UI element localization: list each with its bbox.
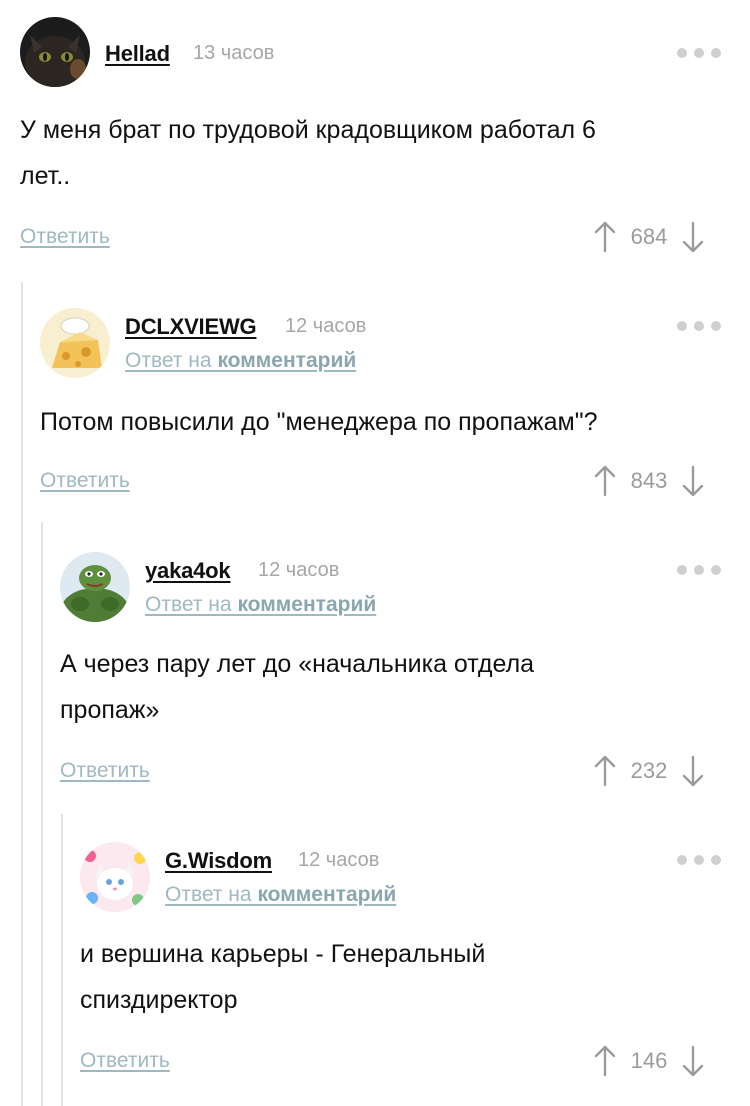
downvote-arrow-icon[interactable] — [682, 221, 704, 253]
author-name[interactable]: yaka4ok — [145, 558, 231, 584]
comment-text-line: спиздиректор — [80, 986, 238, 1014]
avatar[interactable] — [20, 17, 90, 87]
downvote-arrow-icon[interactable] — [682, 465, 704, 497]
downvote-arrow-icon[interactable] — [682, 1045, 704, 1077]
vote-controls: 684 — [594, 220, 704, 254]
upvote-arrow-icon[interactable] — [594, 221, 616, 253]
upvote-arrow-icon[interactable] — [594, 1045, 616, 1077]
dark-cat-avatar-icon — [20, 17, 90, 87]
avatar[interactable] — [80, 842, 150, 912]
thread-line-3 — [61, 814, 63, 1106]
comment-time: 12 часов — [285, 315, 367, 337]
more-options-icon[interactable] — [677, 320, 721, 332]
reply-to-link[interactable]: Ответ на комментарий — [145, 593, 376, 617]
vote-score: 843 — [630, 468, 668, 493]
comment-time: 12 часов — [258, 559, 340, 581]
vote-score: 146 — [630, 1048, 668, 1073]
reply-button[interactable]: Ответить — [20, 225, 110, 249]
upvote-arrow-icon[interactable] — [594, 465, 616, 497]
reply-to-prefix: Ответ на — [125, 349, 212, 372]
comment-text: Потом повысили до "менеджера по пропажам… — [40, 399, 730, 445]
author-name[interactable]: Hellad — [105, 41, 170, 67]
reply-to-target[interactable]: комментарий — [257, 883, 396, 906]
more-options-icon[interactable] — [677, 854, 721, 866]
comment-text-line: А через пару лет до «начальника отдела — [60, 650, 535, 678]
avatar[interactable] — [60, 552, 130, 622]
reply-to-prefix: Ответ на — [165, 883, 252, 906]
comment-text-line: лет.. — [20, 162, 71, 190]
comment-text-line: У меня брат по трудовой крадовщиком рабо… — [20, 116, 596, 144]
reply-to-target[interactable]: комментарий — [237, 593, 376, 616]
comment-text: У меня брат по трудовой крадовщиком рабо… — [20, 107, 720, 199]
comment-time: 13 часов — [193, 42, 275, 64]
comment-text: и вершина карьеры - Генеральный спиздире… — [80, 931, 730, 1023]
cheese-chef-avatar-icon — [40, 308, 110, 378]
reply-to-link[interactable]: Ответ на комментарий — [165, 883, 396, 907]
reply-to-prefix: Ответ на — [145, 593, 232, 616]
comment-text-line: пропаж» — [60, 696, 160, 724]
downvote-arrow-icon[interactable] — [682, 755, 704, 787]
comment-text-line: Потом повысили до "менеджера по пропажам… — [40, 408, 598, 436]
thread-line-1 — [21, 282, 23, 1106]
white-kitten-avatar-icon — [80, 842, 150, 912]
comment-text: А через пару лет до «начальника отдела п… — [60, 641, 730, 733]
vote-controls: 232 — [594, 754, 704, 788]
vote-score: 232 — [630, 758, 668, 783]
vote-controls: 146 — [594, 1044, 704, 1078]
reply-button[interactable]: Ответить — [60, 759, 150, 783]
author-name[interactable]: G.Wisdom — [165, 848, 272, 874]
reply-button[interactable]: Ответить — [40, 469, 130, 493]
reply-button[interactable]: Ответить — [80, 1049, 170, 1073]
green-frog-avatar-icon — [60, 552, 130, 622]
author-name[interactable]: DCLXVIEWG — [125, 314, 257, 340]
thread-line-2 — [41, 522, 43, 1106]
avatar[interactable] — [40, 308, 110, 378]
vote-controls: 843 — [594, 464, 704, 498]
reply-to-target[interactable]: комментарий — [217, 349, 356, 372]
reply-to-link[interactable]: Ответ на комментарий — [125, 349, 356, 373]
vote-score: 684 — [630, 224, 668, 249]
comment-time: 12 часов — [298, 849, 380, 871]
more-options-icon[interactable] — [677, 47, 721, 59]
comment-text-line: и вершина карьеры - Генеральный — [80, 940, 486, 968]
more-options-icon[interactable] — [677, 564, 721, 576]
upvote-arrow-icon[interactable] — [594, 755, 616, 787]
